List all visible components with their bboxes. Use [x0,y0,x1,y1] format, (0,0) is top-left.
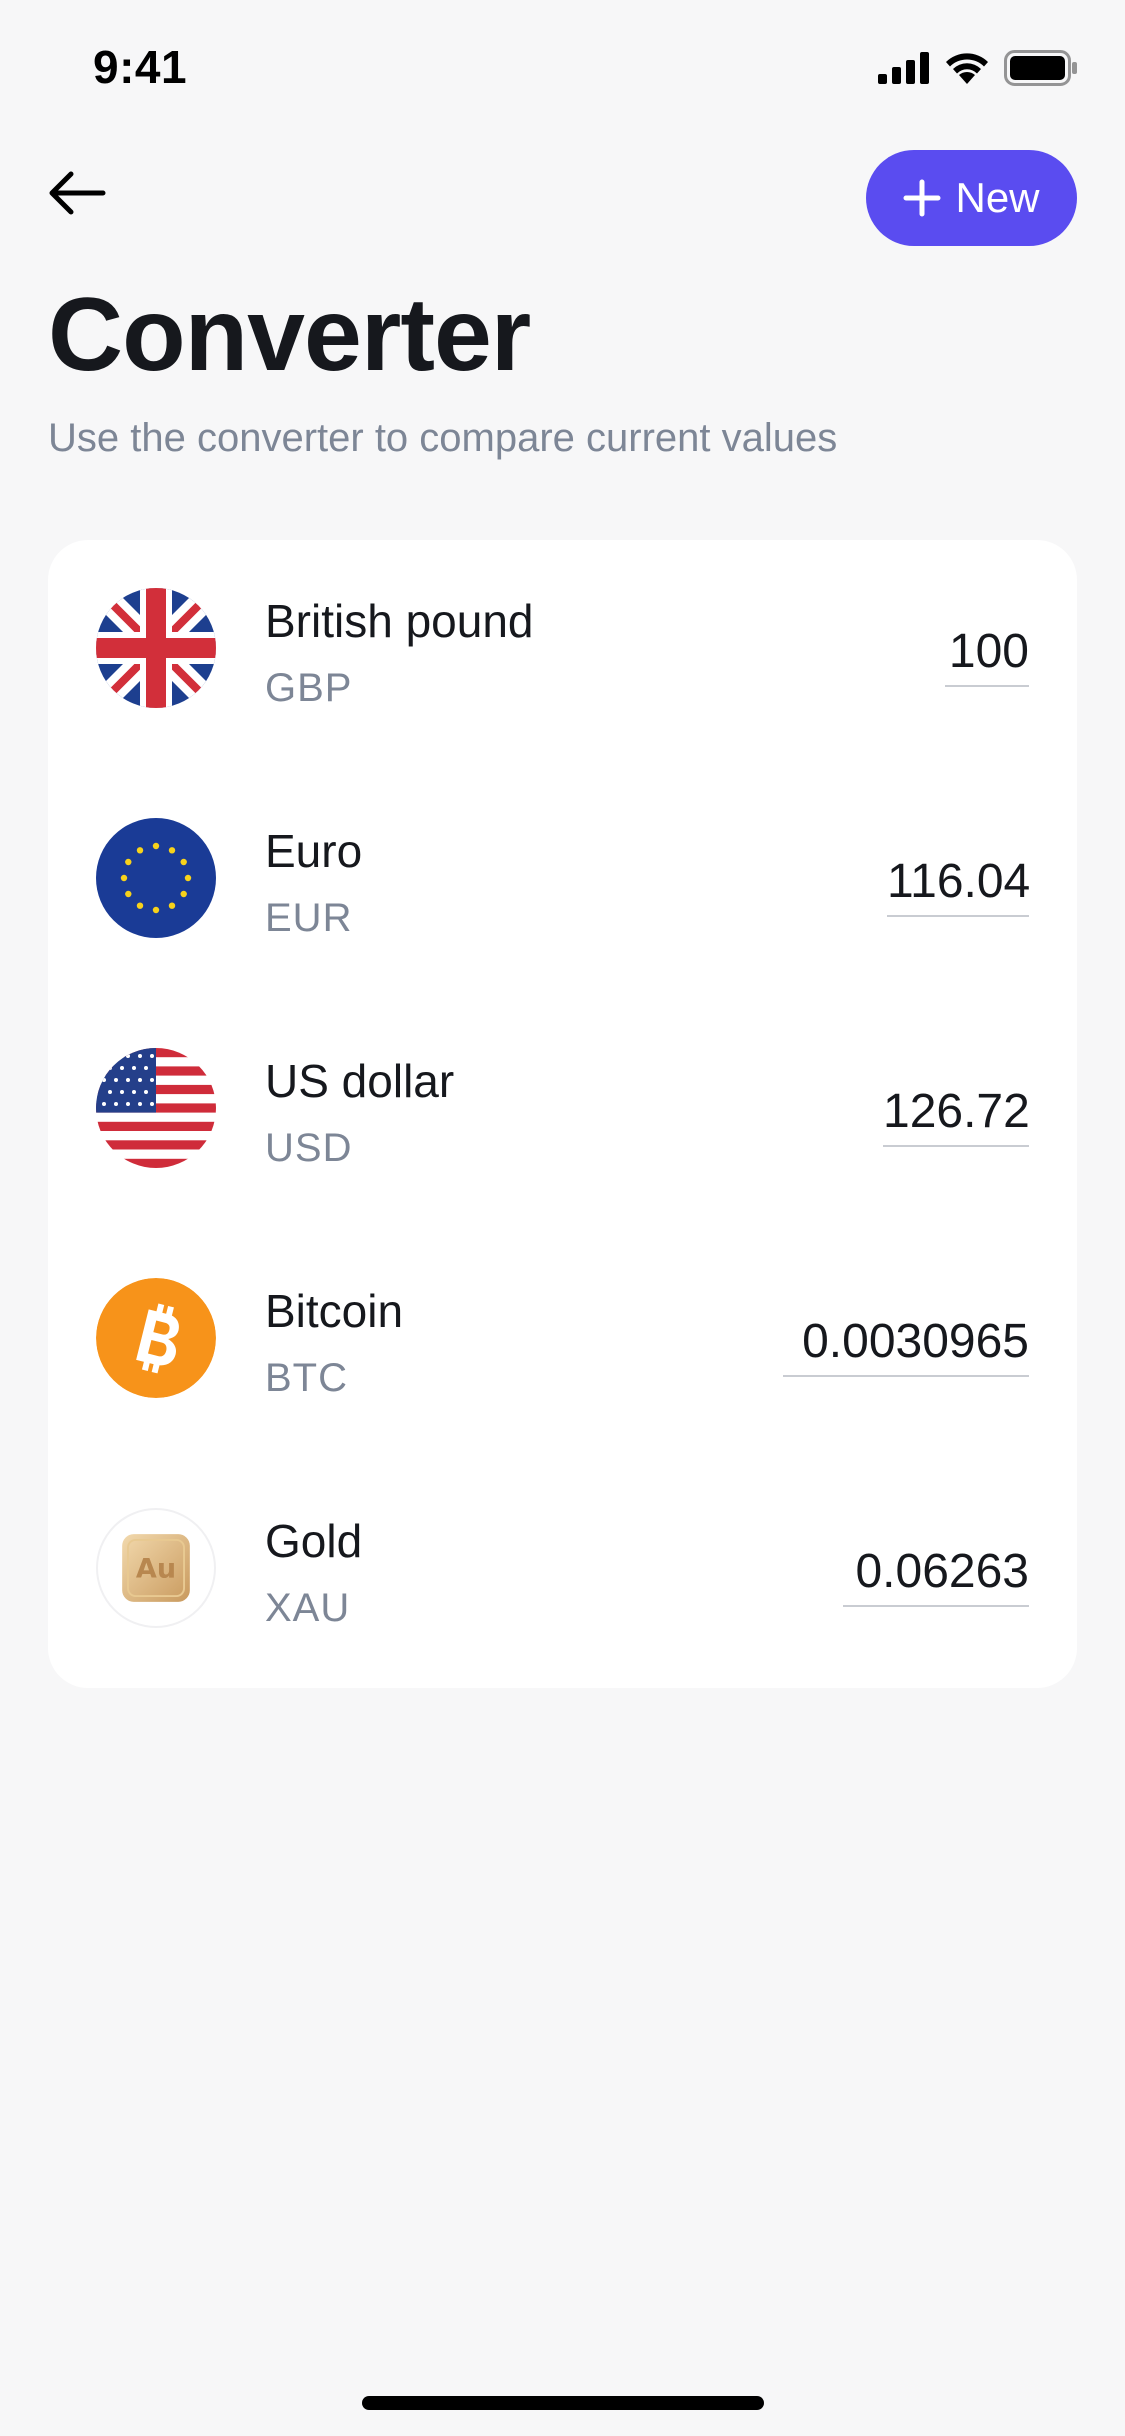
converter-screen: 9:41 New Converter Use the converter to … [0,0,1125,2436]
back-button[interactable] [42,160,112,230]
currency-code: XAU [265,1586,351,1630]
currency-code: GBP [265,666,353,710]
currency-name: US dollar [265,1055,455,1107]
amount-input-usd[interactable] [883,1084,1029,1147]
uk-flag-icon [96,588,216,708]
plus-icon [903,179,941,217]
currency-code: USD [265,1126,353,1170]
amount-input-xau[interactable] [843,1544,1029,1607]
currency-code: BTC [265,1356,348,1400]
page-title: Converter [48,277,531,393]
gold-bar-icon: Au [96,1508,216,1628]
currency-row-xau[interactable]: Au Gold XAU [48,1460,1077,1690]
us-flag-icon [96,1048,216,1168]
currency-name: Gold [265,1515,363,1567]
gold-bar-label: Au [136,1554,176,1585]
bitcoin-icon [96,1278,216,1398]
status-bar: 9:41 [0,0,1125,140]
amount-input-gbp[interactable] [945,624,1029,687]
amount-input-eur[interactable] [887,854,1029,917]
eu-flag-icon [96,818,216,938]
currency-name: British pound [265,595,534,647]
currency-name: Euro [265,825,363,877]
currency-row-usd[interactable]: US dollar USD [48,1000,1077,1230]
currency-row-eur[interactable]: Euro EUR [48,770,1077,1000]
status-time: 9:41 [93,41,188,93]
amount-input-btc[interactable] [783,1314,1029,1377]
status-icons [878,50,1078,86]
currency-row-btc[interactable]: Bitcoin BTC [48,1230,1077,1460]
currency-list: British pound GBP Euro EUR [48,540,1077,1688]
currency-name: Bitcoin [265,1285,404,1337]
new-button-label: New [955,174,1040,221]
page-subtitle: Use the converter to compare current val… [48,416,838,460]
currency-row-gbp[interactable]: British pound GBP [48,540,1077,770]
wifi-icon [944,51,990,85]
arrow-left-icon [47,168,107,223]
home-indicator[interactable] [362,2396,764,2410]
battery-icon [1004,50,1078,86]
new-button[interactable]: New [866,150,1077,246]
cellular-signal-icon [878,52,930,84]
currency-code: EUR [265,896,353,940]
